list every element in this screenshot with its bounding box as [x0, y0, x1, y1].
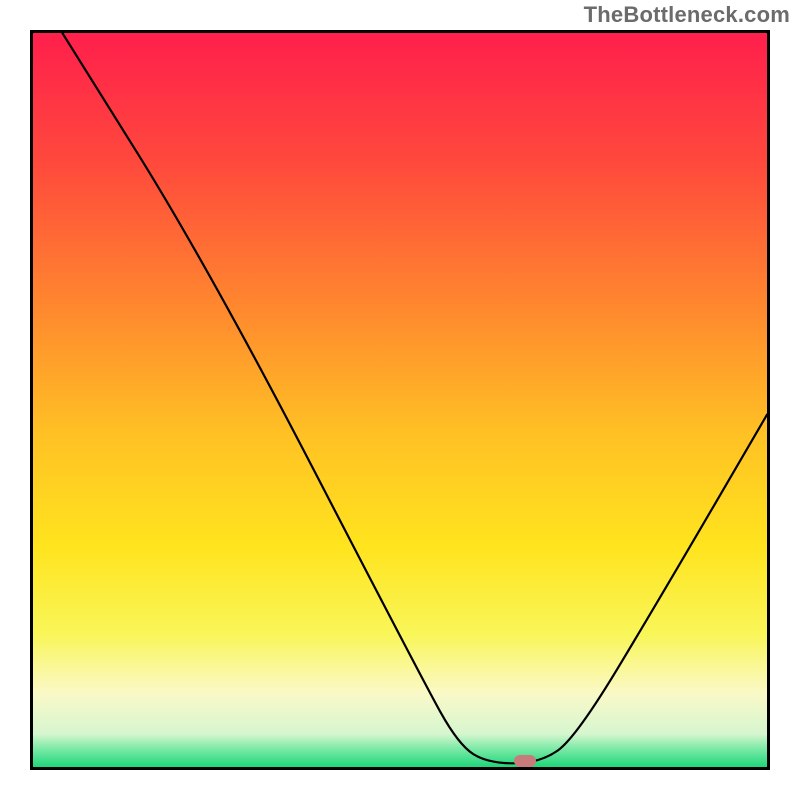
plot-area — [30, 30, 770, 770]
chart-frame: TheBottleneck.com — [0, 0, 800, 800]
watermark-text: TheBottleneck.com — [584, 2, 790, 28]
bottleneck-curve — [33, 33, 767, 767]
optimal-point-marker — [514, 755, 536, 767]
